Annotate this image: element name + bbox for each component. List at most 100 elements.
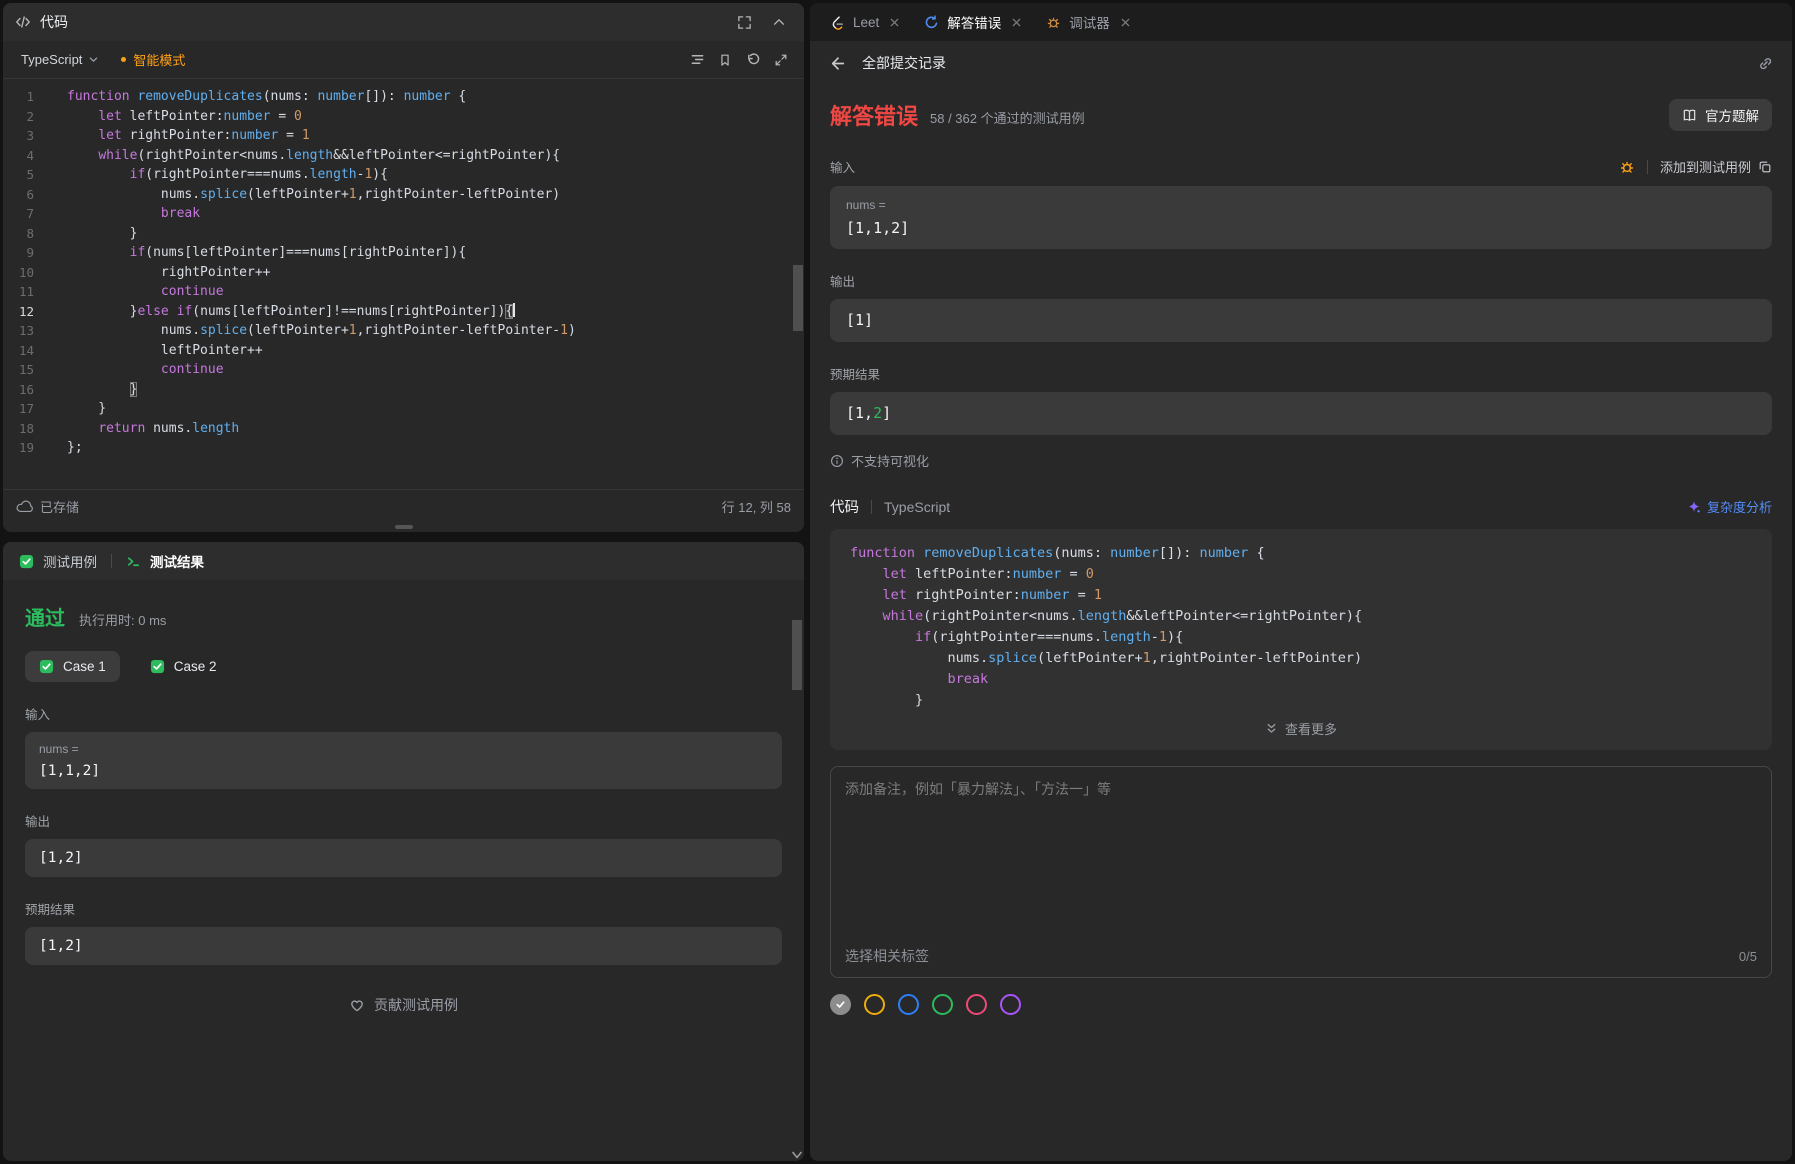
complexity-analysis-link[interactable]: 复杂度分析: [1687, 497, 1772, 516]
debug-icon[interactable]: [1619, 159, 1635, 175]
code-line: break: [850, 669, 1752, 690]
color-tag-yellow[interactable]: [864, 994, 885, 1015]
scrollbar-thumb[interactable]: [395, 525, 413, 529]
close-tab-icon[interactable]: [889, 17, 900, 28]
code-line: return nums.length: [67, 419, 804, 439]
submission-subheader: 全部提交记录: [810, 41, 1792, 85]
contribute-label: 贡献测试用例: [374, 995, 458, 1015]
tab-testcases[interactable]: 测试用例: [19, 551, 97, 571]
input-value: [1,1,2]: [846, 219, 1756, 237]
tests-vertical-scrollbar[interactable]: [792, 620, 803, 1145]
view-more-button[interactable]: 查看更多: [850, 719, 1752, 742]
panel-tab-2[interactable]: 解答错误: [912, 3, 1034, 41]
code-line: }: [67, 399, 804, 419]
scrollbar-thumb[interactable]: [792, 620, 802, 690]
code-editor[interactable]: 12345678910111213141516171819 function r…: [3, 79, 804, 489]
line-number: 4: [3, 146, 34, 166]
editor-vertical-scrollbar[interactable]: [792, 79, 803, 489]
line-number-gutter: 12345678910111213141516171819: [3, 87, 49, 489]
view-more-label: 查看更多: [1285, 719, 1337, 738]
leetcode-logo-icon: [830, 15, 845, 30]
tag-count: 0/5: [1739, 949, 1757, 964]
add-to-testcase-button[interactable]: 添加到测试用例: [1660, 157, 1772, 176]
testcase-input[interactable]: nums = [1,1,2]: [25, 732, 782, 789]
editor-toolbar: TypeScript 智能模式: [3, 41, 804, 79]
scroll-down-arrow-icon[interactable]: [792, 1151, 802, 1159]
save-status: 已存储: [16, 497, 79, 516]
tag-selector-row[interactable]: 选择相关标签 0/5: [831, 935, 1771, 977]
note-input[interactable]: [831, 767, 1771, 935]
judge-icon: [924, 15, 939, 30]
line-number: 5: [3, 165, 34, 185]
reset-code-button[interactable]: [740, 47, 766, 73]
tag-selector-label: 选择相关标签: [845, 946, 929, 966]
line-number: 6: [3, 185, 34, 205]
input-value[interactable]: [1,1,2]: [39, 763, 768, 779]
color-tag-purple[interactable]: [1000, 994, 1021, 1015]
fullscreen-editor-button[interactable]: [768, 47, 794, 73]
code-line: let leftPointer:number = 0: [850, 564, 1752, 585]
line-number: 17: [3, 399, 34, 419]
input-variable-name: nums =: [39, 742, 768, 756]
input-label: 输入: [830, 157, 855, 176]
code-line: nums.splice(leftPointer+1,rightPointer-l…: [67, 185, 804, 205]
color-tag-green[interactable]: [932, 994, 953, 1015]
smart-mode-toggle[interactable]: 智能模式: [121, 50, 185, 69]
panel-tab-3[interactable]: 调试器: [1034, 3, 1143, 41]
line-number: 8: [3, 224, 34, 244]
complexity-analysis-label: 复杂度分析: [1707, 497, 1772, 516]
code-line: break: [67, 204, 804, 224]
bookmark-button[interactable]: [712, 47, 738, 73]
copy-link-icon[interactable]: [1752, 50, 1778, 76]
cursor-position: 行 12, 列 58: [722, 497, 791, 516]
info-icon: [830, 454, 844, 468]
smart-mode-label: 智能模式: [133, 50, 185, 69]
tab-label: 调试器: [1069, 12, 1110, 32]
output-label: 输出: [25, 811, 782, 830]
color-tag-pink[interactable]: [966, 994, 987, 1015]
collapse-panel-button[interactable]: [766, 9, 792, 35]
scrollbar-thumb[interactable]: [793, 265, 803, 331]
tab-label: 解答错误: [947, 12, 1001, 32]
code-line: if(rightPointer===nums.length-1){: [67, 165, 804, 185]
code-line: if(rightPointer===nums.length-1){: [850, 627, 1752, 648]
case-tab-1[interactable]: Case 1: [25, 651, 120, 682]
editor-code-lines: function removeDuplicates(nums: number[]…: [49, 87, 804, 489]
line-number: 11: [3, 282, 34, 302]
editor-horizontal-scrollbar[interactable]: [3, 523, 804, 532]
code-section-label: 代码: [830, 496, 859, 517]
tab-label: Leet: [853, 15, 879, 30]
maximize-panel-button[interactable]: [731, 9, 757, 35]
double-chevron-down-icon: [1265, 722, 1278, 735]
color-tag-blue[interactable]: [898, 994, 919, 1015]
case-tab-2[interactable]: Case 2: [136, 651, 231, 682]
code-line: let leftPointer:number = 0: [67, 107, 804, 127]
line-number: 12: [3, 302, 34, 322]
line-number: 9: [3, 243, 34, 263]
official-solution-button[interactable]: 官方题解: [1669, 99, 1772, 131]
text-cursor: [513, 303, 515, 317]
back-button[interactable]: [824, 50, 850, 76]
verdict-wrong-answer: 解答错误: [830, 99, 918, 131]
tab-test-result[interactable]: 测试结果: [126, 551, 204, 571]
format-code-button[interactable]: [684, 47, 710, 73]
color-tag-none[interactable]: [830, 994, 851, 1015]
code-line: let rightPointer:number = 1: [850, 585, 1752, 606]
close-tab-icon[interactable]: [1120, 17, 1131, 28]
tests-panel-header: 测试用例 测试结果: [3, 542, 804, 580]
passed-summary: 58 / 362 个通过的测试用例: [930, 108, 1085, 127]
code-line: }: [850, 690, 1752, 711]
panel-tabbar: Leet 解答错误 调试器: [810, 3, 1792, 41]
input-label: 输入: [25, 704, 782, 723]
terminal-icon: [126, 554, 141, 569]
line-number: 16: [3, 380, 34, 400]
code-line: }: [67, 224, 804, 244]
contribute-testcase-link[interactable]: 贡献测试用例: [25, 995, 782, 1015]
code-line: continue: [67, 360, 804, 380]
copy-icon: [1758, 160, 1772, 174]
output-label: 输出: [830, 271, 1772, 290]
check-square-icon: [150, 659, 165, 674]
language-select[interactable]: TypeScript: [13, 47, 107, 72]
close-tab-icon[interactable]: [1011, 17, 1022, 28]
panel-tab-1[interactable]: Leet: [818, 3, 912, 41]
